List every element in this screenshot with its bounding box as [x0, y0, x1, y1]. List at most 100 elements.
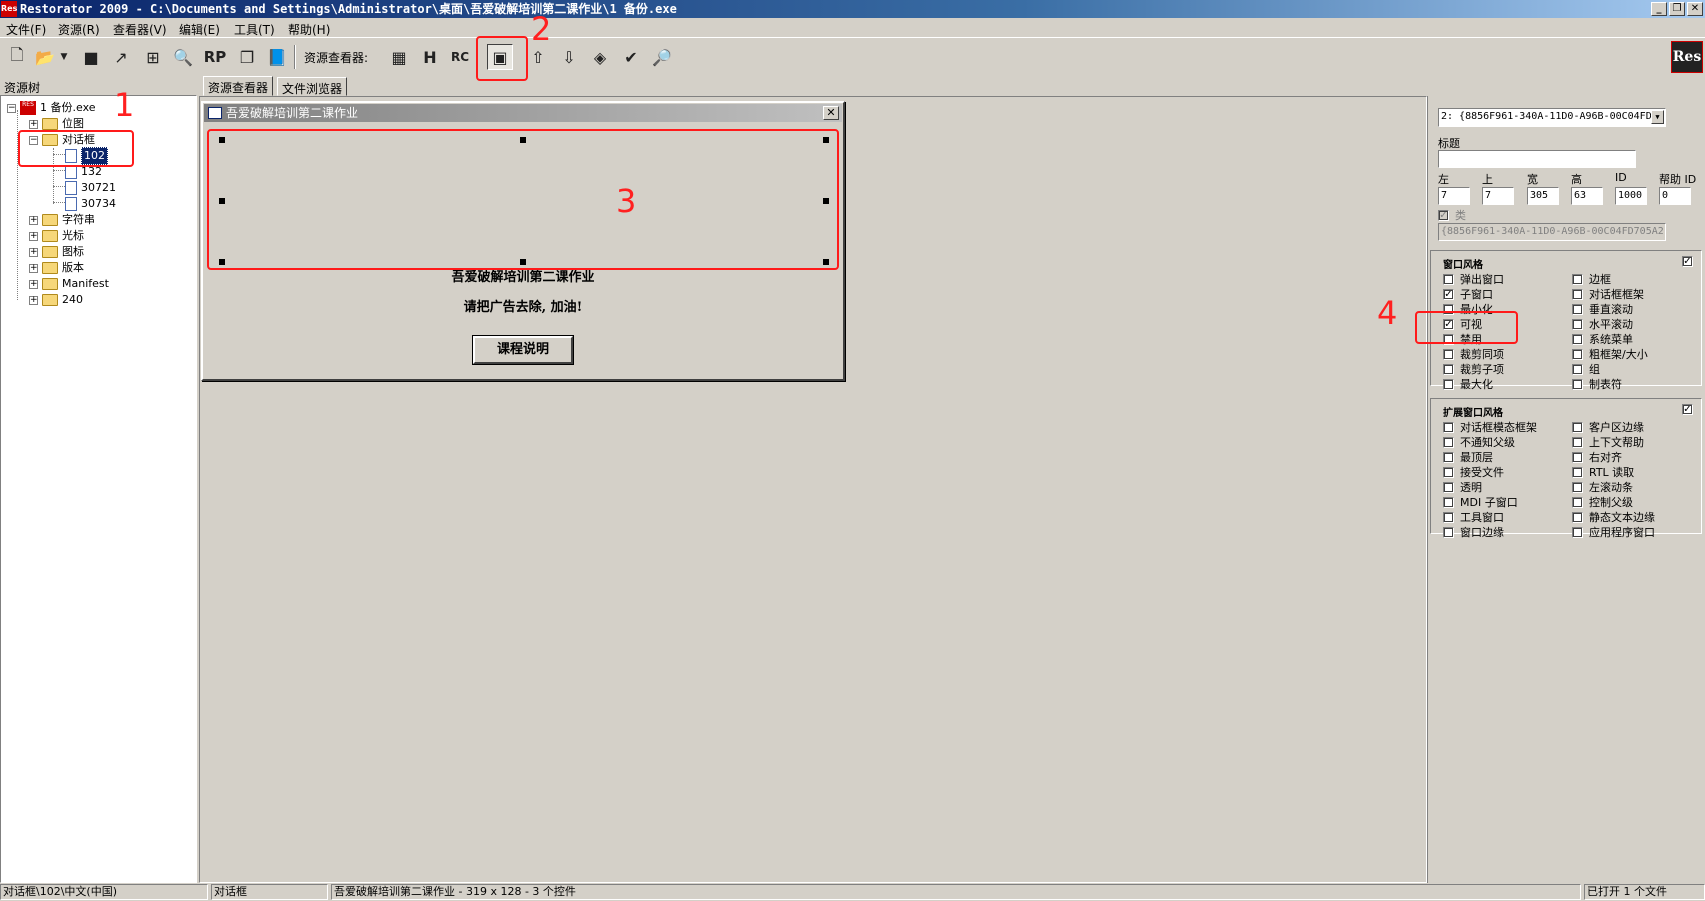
tab-file-browser[interactable]: 文件浏览器: [277, 77, 348, 96]
annotation-box-1: [18, 130, 134, 167]
tree-item-version[interactable]: + 版本: [29, 260, 84, 276]
style-checkbox-style-left-1[interactable]: ✓ 子窗口: [1443, 287, 1493, 301]
style-checkbox-style-right-3[interactable]: 水平滚动: [1572, 317, 1633, 331]
folder-icon: [42, 246, 58, 258]
annotation-box-3: [207, 129, 839, 270]
window-style-toggle[interactable]: ✓: [1682, 256, 1693, 267]
menu-viewer[interactable]: 查看器(V): [113, 21, 167, 38]
top-input[interactable]: 7: [1482, 187, 1514, 205]
ex-window-style-header: 扩展窗口风格: [1443, 408, 1503, 419]
annotation-box-4: [1415, 311, 1518, 344]
search-icon[interactable]: 🔍: [170, 44, 196, 70]
new-file-icon[interactable]: 🗋: [4, 44, 30, 70]
menu-help[interactable]: 帮助(H): [288, 21, 330, 38]
help-id-input[interactable]: 0: [1659, 187, 1691, 205]
folder-icon: [42, 262, 58, 274]
folder-icon: [42, 214, 58, 226]
center-icon[interactable]: ◈: [587, 44, 613, 70]
style-checkbox-style-left-0[interactable]: 弹出窗口: [1443, 272, 1504, 286]
width-input[interactable]: 305: [1527, 187, 1559, 205]
menu-file[interactable]: 文件(F): [6, 21, 46, 38]
style-checkbox-exstyle-right-6[interactable]: 静态文本边缘: [1572, 510, 1655, 524]
exe-icon: RES: [20, 101, 36, 115]
restore-button[interactable]: ❐: [1669, 2, 1685, 16]
open-dropdown-icon[interactable]: ▼: [58, 44, 70, 70]
copy-icon[interactable]: ❐: [234, 44, 260, 70]
style-checkbox-exstyle-right-1[interactable]: 上下文帮助: [1572, 435, 1644, 449]
dialog-close-button[interactable]: ✕: [823, 106, 839, 120]
preview-icon[interactable]: 🔎: [649, 44, 675, 70]
id-label: ID: [1615, 171, 1627, 184]
ex-window-style-group: 扩展窗口风格 ✓ 对话框模态框架 不通知父级 最顶层 接受文件 透明 MDI 子窗口 工具窗…: [1430, 398, 1702, 539]
style-checkbox-style-left-6[interactable]: 裁剪子项: [1443, 362, 1504, 376]
title-bar: Res Restorator 2009 - C:\Documents and S…: [0, 0, 1705, 18]
style-checkbox-exstyle-left-1[interactable]: 不通知父级: [1443, 435, 1515, 449]
check-icon[interactable]: ✔: [618, 44, 644, 70]
menu-resource[interactable]: 资源(R): [58, 21, 100, 38]
style-checkbox-exstyle-right-0[interactable]: 客户区边缘: [1572, 420, 1644, 434]
course-info-button[interactable]: 课程说明: [472, 335, 574, 365]
style-checkbox-exstyle-right-7[interactable]: 应用程序窗口: [1572, 525, 1655, 539]
style-checkbox-style-right-1[interactable]: 对话框框架: [1572, 287, 1644, 301]
style-checkbox-exstyle-left-7[interactable]: 窗口边缘: [1443, 525, 1504, 539]
style-checkbox-exstyle-left-2[interactable]: 最顶层: [1443, 450, 1493, 464]
view-binary-icon[interactable]: ▦: [386, 44, 412, 70]
style-checkbox-style-right-5[interactable]: 粗框架/大小: [1572, 347, 1648, 361]
view-rc-icon[interactable]: RC: [447, 44, 473, 70]
close-button[interactable]: ✕: [1687, 2, 1703, 16]
tree-item-30734[interactable]: 30734: [65, 196, 116, 212]
style-checkbox-exstyle-left-3[interactable]: 接受文件: [1443, 465, 1504, 479]
style-checkbox-style-right-4[interactable]: 系统菜单: [1572, 332, 1633, 346]
export-icon[interactable]: ↗: [108, 44, 134, 70]
menu-edit[interactable]: 编辑(E): [179, 21, 220, 38]
open-file-icon[interactable]: 📂: [32, 44, 58, 70]
height-input[interactable]: 63: [1571, 187, 1603, 205]
style-checkbox-style-right-7[interactable]: 制表符: [1572, 377, 1622, 391]
style-checkbox-exstyle-left-5[interactable]: MDI 子窗口: [1443, 495, 1518, 509]
page-icon: [65, 197, 77, 211]
style-checkbox-style-right-2[interactable]: 垂直滚动: [1572, 302, 1633, 316]
tree-item-30721[interactable]: 30721: [65, 180, 116, 196]
style-checkbox-exstyle-left-4[interactable]: 透明: [1443, 480, 1482, 494]
style-checkbox-exstyle-right-3[interactable]: RTL 读取: [1572, 465, 1634, 479]
style-checkbox-exstyle-right-2[interactable]: 右对齐: [1572, 450, 1622, 464]
style-checkbox-style-right-6[interactable]: 组: [1572, 362, 1600, 376]
ex-window-style-toggle[interactable]: ✓: [1682, 404, 1693, 415]
dialog-instruction-text[interactable]: 请把广告去除, 加油!: [203, 296, 843, 315]
tree-item-string[interactable]: + 字符串: [29, 212, 95, 228]
control-selector[interactable]: 2: {8856F961-340A-11D0-A96B-00C04FD ▼: [1438, 108, 1666, 127]
style-checkbox-exstyle-left-6[interactable]: 工具窗口: [1443, 510, 1504, 524]
minimize-button[interactable]: _: [1651, 2, 1667, 16]
style-checkbox-style-left-7[interactable]: 最大化: [1443, 377, 1493, 391]
style-checkbox-exstyle-right-5[interactable]: 控制父级: [1572, 495, 1633, 509]
tree-item-manifest[interactable]: + Manifest: [29, 276, 109, 292]
tree-item-icon[interactable]: + 图标: [29, 244, 84, 260]
rp-icon[interactable]: RP: [202, 44, 228, 70]
save-icon[interactable]: ■: [78, 44, 104, 70]
tree-header: 资源树: [4, 81, 41, 95]
dialog-title-bar: 吾爱破解培训第二课作业 ✕: [204, 104, 842, 122]
page-icon: [65, 165, 77, 179]
viewer-label: 资源查看器:: [304, 51, 369, 65]
toolbar-separator: [294, 45, 296, 69]
book-icon[interactable]: 📘: [264, 44, 290, 70]
chevron-down-icon[interactable]: ▼: [1651, 110, 1664, 124]
move-down-icon[interactable]: ⇩: [556, 44, 582, 70]
tree-item-cursor[interactable]: + 光标: [29, 228, 84, 244]
height-label: 高: [1571, 173, 1582, 186]
window-style-header: 窗口风格: [1443, 260, 1483, 271]
res-logo: Res: [1671, 41, 1703, 73]
view-hex-icon[interactable]: H: [417, 44, 443, 70]
title-input[interactable]: [1438, 150, 1636, 168]
style-checkbox-style-right-0[interactable]: 边框: [1572, 272, 1611, 286]
left-input[interactable]: 7: [1438, 187, 1470, 205]
resource-tree-icon[interactable]: ⊞: [140, 44, 166, 70]
tree-root[interactable]: − RES 1 备份.exe: [7, 100, 96, 116]
id-input[interactable]: 1000: [1615, 187, 1647, 205]
tree-item-240[interactable]: +240: [29, 292, 83, 308]
style-checkbox-style-left-5[interactable]: 裁剪同项: [1443, 347, 1504, 361]
menu-tools[interactable]: 工具(T): [234, 21, 275, 38]
tab-resource-viewer[interactable]: 资源查看器: [203, 76, 274, 96]
style-checkbox-exstyle-left-0[interactable]: 对话框模态框架: [1443, 420, 1537, 434]
style-checkbox-exstyle-right-4[interactable]: 左滚动条: [1572, 480, 1633, 494]
